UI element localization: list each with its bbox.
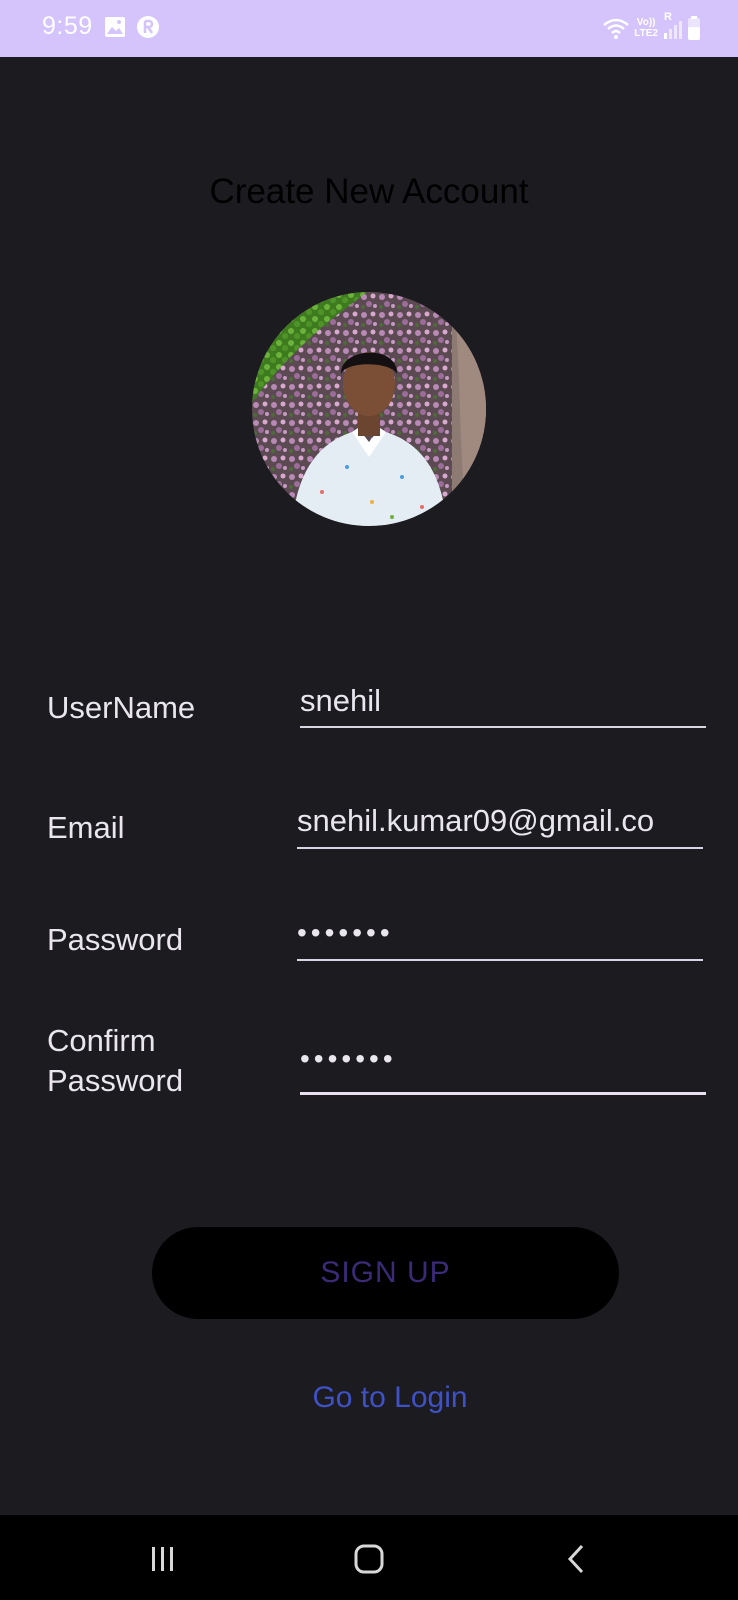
confirm-password-label-line2: Password	[47, 1063, 184, 1098]
status-bar: 9:59 Vo)) LTE2 R	[0, 0, 738, 57]
confirm-password-label-line1: Confirm	[47, 1023, 156, 1058]
volte-text: Vo))	[636, 17, 656, 28]
email-label: Email	[47, 810, 125, 845]
confirm-password-input[interactable]: •••••••	[300, 1039, 706, 1095]
r-app-icon	[137, 16, 159, 38]
signup-button[interactable]: SIGN UP	[152, 1227, 619, 1319]
profile-avatar[interactable]	[252, 292, 486, 526]
password-label: Password	[47, 922, 184, 957]
username-input[interactable]: snehil	[300, 681, 706, 728]
battery-icon	[688, 16, 700, 40]
home-icon	[354, 1544, 384, 1574]
volte-lte2-icon: Vo)) LTE2	[634, 17, 658, 39]
back-icon	[567, 1544, 584, 1574]
email-input[interactable]: snehil.kumar09@gmail.co	[297, 801, 703, 849]
recent-apps-icon	[152, 1547, 173, 1571]
gallery-icon	[105, 17, 125, 37]
lte-text: LTE2	[634, 28, 658, 39]
recent-apps-button[interactable]	[139, 1535, 187, 1583]
wifi-icon	[603, 18, 630, 39]
status-time: 9:59	[42, 12, 93, 40]
go-to-login-link[interactable]: Go to Login	[0, 1381, 738, 1415]
signal-icon: R	[662, 11, 682, 41]
password-input[interactable]: •••••••	[297, 913, 703, 961]
status-indicators: Vo)) LTE2 R	[602, 11, 702, 42]
page-title: Create New Account	[209, 172, 529, 211]
profile-photo	[252, 292, 486, 526]
username-label: UserName	[47, 690, 196, 725]
back-button[interactable]	[552, 1535, 600, 1583]
confirm-password-label: Confirm Password	[47, 1021, 183, 1101]
home-button[interactable]	[345, 1535, 393, 1583]
system-navigation-bar	[0, 1515, 738, 1600]
